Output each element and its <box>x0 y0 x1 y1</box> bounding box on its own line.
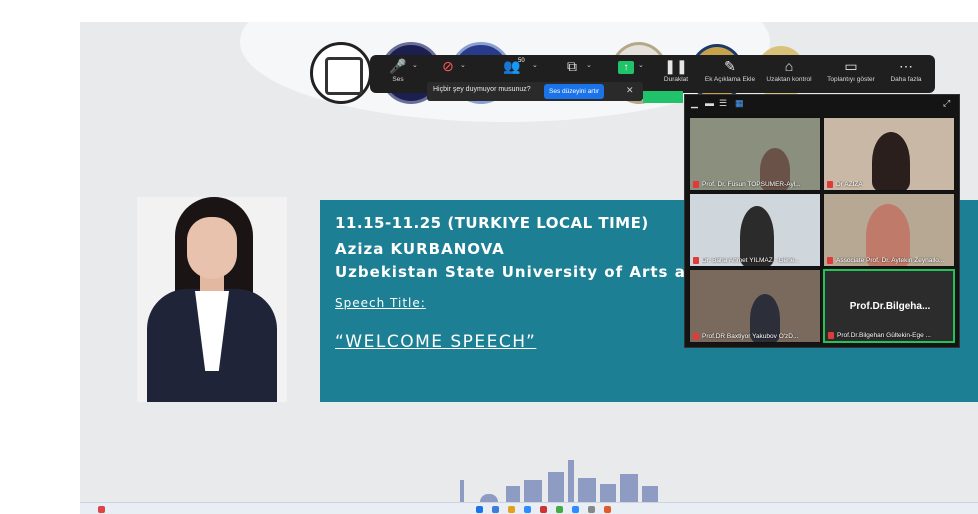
notification-text: Hiçbir şey duymuyor musunuz? <box>433 86 531 93</box>
chevron-down-icon[interactable]: ⌄ <box>532 61 538 69</box>
video-tile[interactable]: Dr AZIZA <box>823 117 955 191</box>
window-icon: ▭ <box>844 58 858 74</box>
mic-muted-icon <box>828 332 834 339</box>
video-tile[interactable]: Associate Prof. Dr. Aytekin Zeynallo... <box>823 193 955 267</box>
mic-muted-icon <box>693 257 699 264</box>
speaker-university: Uzbekistan State University of Arts a <box>335 263 686 281</box>
video-tile[interactable]: Prof. Dr. Füsun TOPSÜMER-Ayl... <box>689 117 821 191</box>
app-icon[interactable] <box>556 506 563 513</box>
notification-indicator <box>643 91 683 103</box>
pause-share-button[interactable]: ❚❚ Duraklat <box>658 57 694 91</box>
mic-muted-icon: 🎤 <box>389 58 407 74</box>
mic-muted-icon <box>827 181 833 188</box>
chevron-down-icon[interactable]: ⌄ <box>586 61 592 69</box>
video-tile[interactable]: Prof.DR Baxtiyor Yakubov O'zD... <box>689 269 821 343</box>
speaker-name: Aziza KURBANOVA <box>335 240 505 258</box>
app-icon[interactable] <box>524 506 531 513</box>
windows-taskbar <box>80 502 978 514</box>
pause-icon: ❚❚ <box>664 58 688 74</box>
app-icon[interactable] <box>492 506 499 513</box>
audio-notification: Hiçbir şey duymuyor musunuz? Ses düzeyin… <box>427 82 643 101</box>
app-icon[interactable] <box>588 506 595 513</box>
remote-control-button[interactable]: ⌂ Uzaktan kontrol <box>762 57 816 91</box>
chat-icon: ⧉ <box>567 58 577 74</box>
grid-view-icon[interactable]: ▦ <box>735 98 744 109</box>
video-tile[interactable]: Dr. Baha Ahmet YILMAZ - Gene... <box>689 193 821 267</box>
app-icon[interactable] <box>572 506 579 513</box>
mic-muted-icon <box>693 333 699 340</box>
city-skyline-graphic <box>460 460 680 502</box>
speaker-photo <box>137 197 287 402</box>
chevron-down-icon[interactable]: ⌄ <box>460 61 466 69</box>
app-icon[interactable] <box>540 506 547 513</box>
video-gallery-window: ▁ ▬ ☰ ▦ ⤢ Prof. Dr. Füsun TOPSÜMER-Ayl..… <box>684 94 960 348</box>
minimize-icon[interactable]: ▁ <box>691 98 698 109</box>
share-screen-icon: ↑ <box>618 61 634 74</box>
chevron-down-icon[interactable]: ⌄ <box>638 61 644 69</box>
speech-title-label: Speech Title: <box>335 296 426 310</box>
video-tile-active-speaker[interactable]: Prof.Dr.Bilgeha... Prof.Dr.Bilgehan Gült… <box>823 269 955 343</box>
speaker-view-icon[interactable]: ▬ <box>705 98 714 108</box>
session-time: 11.15-11.25 (TURKIYE LOCAL TIME) <box>335 214 649 232</box>
app-icon[interactable] <box>508 506 515 513</box>
gallery-header: ▁ ▬ ☰ ▦ ⤢ <box>685 95 961 115</box>
participant-name: Prof.Dr.Bilgeha... <box>849 301 931 312</box>
speech-title: “WELCOME SPEECH” <box>335 332 537 352</box>
video-off-icon: ⊘ <box>442 58 454 74</box>
pen-icon: ✎ <box>724 58 736 74</box>
university-seal-logo <box>310 42 372 104</box>
mic-muted-icon <box>827 257 833 264</box>
increase-volume-button[interactable]: Ses düzeyini artır <box>544 84 605 99</box>
participants-count: 50 <box>518 58 525 64</box>
more-button[interactable]: ⋯ Daha fazla <box>886 57 926 91</box>
expand-icon[interactable]: ⤢ <box>943 98 950 109</box>
app-icon[interactable] <box>604 506 611 513</box>
app-icon[interactable] <box>476 506 483 513</box>
close-icon[interactable]: ✕ <box>626 85 634 96</box>
mouse-icon: ⌂ <box>784 58 794 74</box>
screen: 11.15-11.25 (TURKIYE LOCAL TIME) Aziza K… <box>0 0 978 514</box>
show-meeting-button[interactable]: ▭ Toplantıyı göster <box>822 57 880 91</box>
more-icon: ⋯ <box>899 58 913 74</box>
chevron-down-icon[interactable]: ⌄ <box>412 61 418 69</box>
weather-icon[interactable] <box>98 506 105 513</box>
strip-view-icon[interactable]: ☰ <box>719 98 727 109</box>
mic-muted-icon <box>693 181 699 188</box>
audio-button[interactable]: 🎤 Ses <box>384 57 412 91</box>
annotate-button[interactable]: ✎ Ek Açıklama Ekle <box>702 57 758 91</box>
